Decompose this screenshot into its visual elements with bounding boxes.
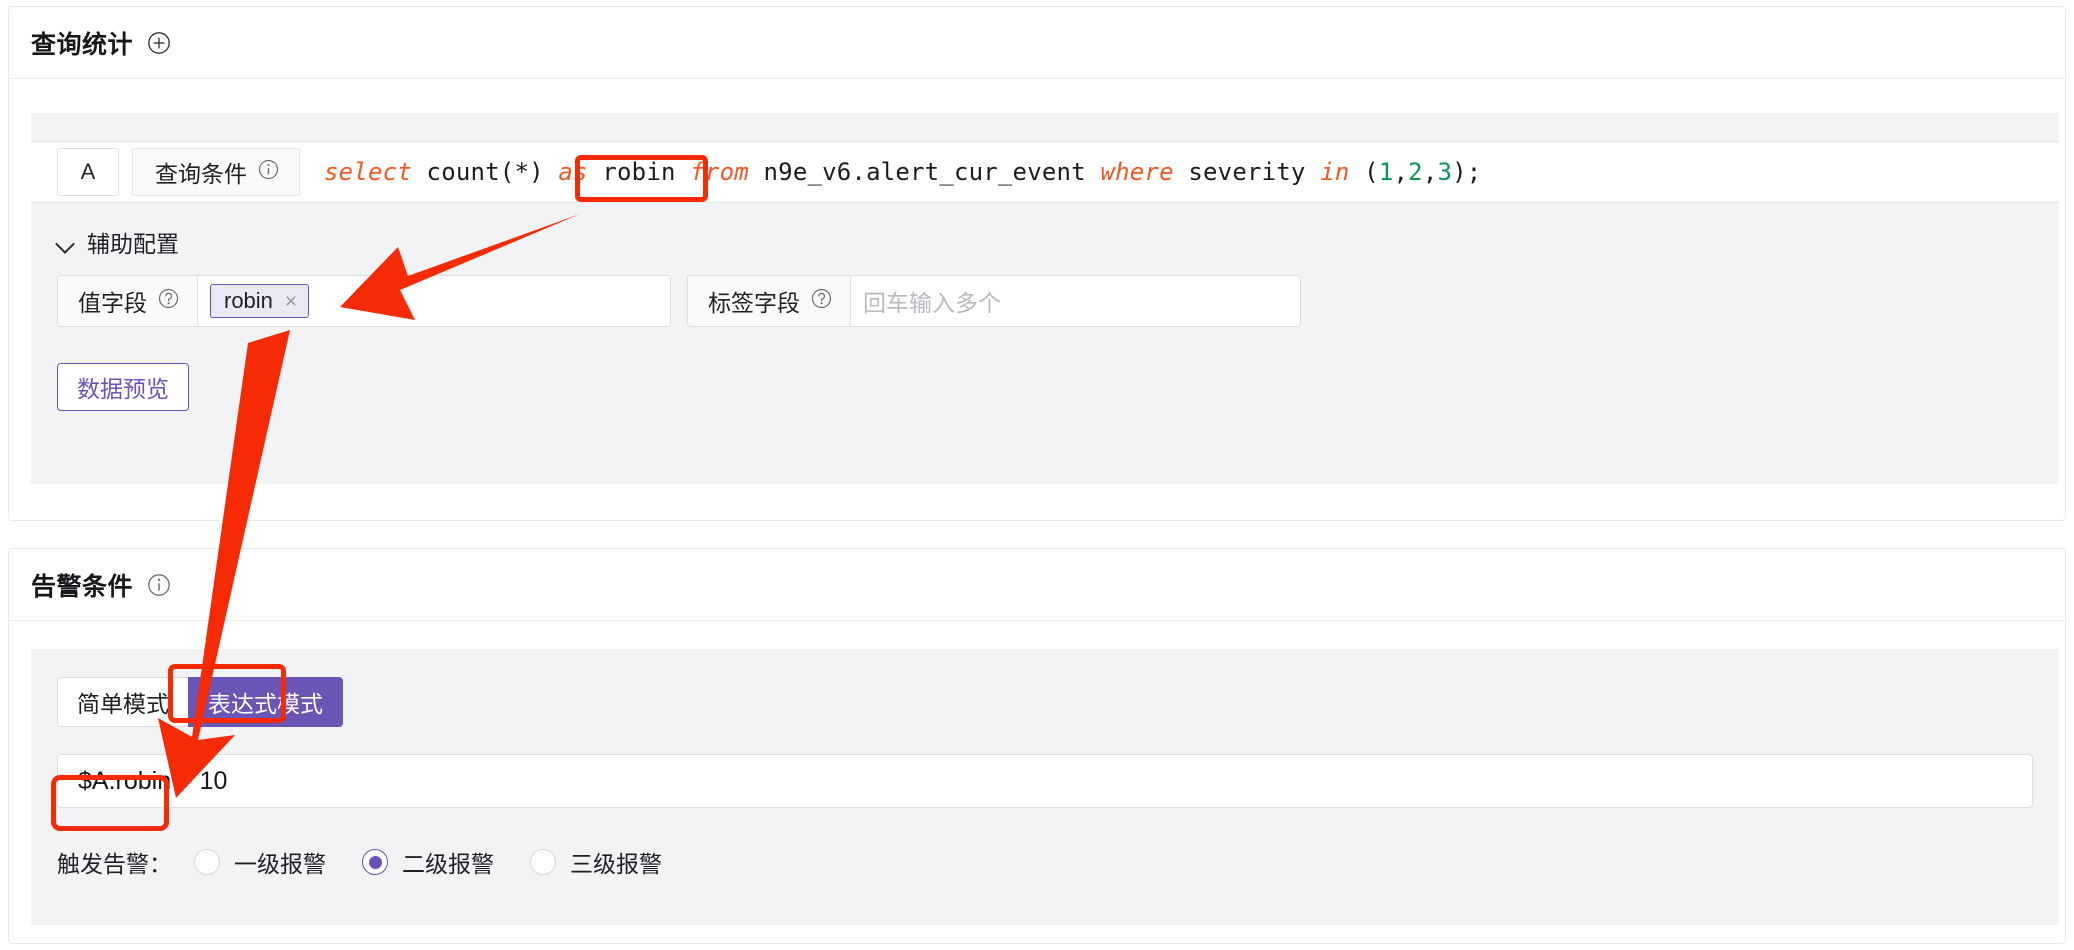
- mode-simple-button[interactable]: 简单模式: [57, 677, 188, 727]
- alert-card-title: 告警条件: [31, 572, 134, 601]
- data-preview-button[interactable]: 数据预览: [57, 363, 189, 411]
- sql-token-as: as: [558, 158, 588, 186]
- sql-token-comma-2: ,: [1422, 158, 1438, 186]
- radio-level-2-label: 二级报警: [402, 851, 494, 877]
- sql-token-where: where: [1100, 158, 1174, 186]
- tag-field-label: 标签字段: [688, 276, 851, 326]
- mode-expression-button[interactable]: 表达式模式: [188, 677, 343, 727]
- mode-simple-label: 简单模式: [77, 691, 169, 717]
- query-ref-label: A: [57, 148, 119, 196]
- sql-token-select: select: [324, 158, 412, 186]
- radio-level-1-dot[interactable]: [194, 849, 220, 875]
- alert-condition-panel: 简单模式 表达式模式 $A.robin > 10 触发告警： 一级报警 二级报警: [31, 649, 2059, 925]
- page-root: 查询统计 A 查询条件 select count(*) as robin fro…: [0, 0, 2074, 950]
- question-circle-icon[interactable]: [811, 288, 832, 315]
- sql-token-comma-1: ,: [1393, 158, 1409, 186]
- value-field-label: 值字段: [58, 276, 198, 326]
- sql-query-input[interactable]: select count(*) as robin from n9e_v6.ale…: [300, 142, 2059, 202]
- plus-circle-icon[interactable]: [147, 31, 171, 55]
- radio-level-1-label: 一级报警: [234, 851, 326, 877]
- tag-field-group: 标签字段 回车输入多个: [687, 275, 1301, 327]
- query-row: A 查询条件 select count(*) as robin from n9e…: [31, 141, 2059, 203]
- radio-level-3[interactable]: 三级报警: [530, 845, 662, 879]
- page-title: 查询统计: [31, 30, 134, 59]
- alert-card-header: 告警条件: [9, 549, 2065, 621]
- sql-token-in: in: [1320, 158, 1350, 186]
- trigger-alarm-row: 触发告警： 一级报警 二级报警 三级报警: [57, 845, 698, 879]
- query-card-header: 查询统计: [9, 7, 2065, 79]
- query-condition-label: 查询条件: [132, 148, 300, 196]
- question-circle-icon[interactable]: [158, 288, 179, 315]
- mode-expression-label: 表达式模式: [208, 691, 323, 717]
- sql-token-column: severity: [1173, 158, 1321, 186]
- trigger-alarm-label: 触发告警：: [57, 851, 172, 877]
- query-config-panel: A 查询条件 select count(*) as robin from n9e…: [31, 113, 2059, 484]
- sql-token-num-1: 1: [1378, 158, 1394, 186]
- sql-token-num-3: 3: [1437, 158, 1453, 186]
- sql-token-from: from: [690, 158, 749, 186]
- value-field-tag[interactable]: robin ×: [210, 284, 310, 318]
- aux-config-title: 辅助配置: [87, 231, 179, 257]
- sql-token-open-paren: (: [1349, 158, 1379, 186]
- chevron-down-icon: [57, 237, 75, 247]
- tag-field-input[interactable]: 回车输入多个: [851, 276, 1300, 326]
- value-field-input[interactable]: robin ×: [198, 276, 670, 326]
- radio-level-1[interactable]: 一级报警: [194, 845, 326, 879]
- expression-value: $A.robin > 10: [78, 766, 228, 795]
- mode-switch-group: 简单模式 表达式模式: [57, 677, 343, 727]
- query-condition-text: 查询条件: [155, 161, 247, 187]
- expression-input[interactable]: $A.robin > 10: [57, 754, 2033, 808]
- info-circle-icon[interactable]: [258, 159, 279, 186]
- data-preview-button-label: 数据预览: [77, 376, 169, 402]
- sql-token-close-paren: );: [1452, 158, 1482, 186]
- sql-token-table: n9e_v6.alert_cur_event: [748, 158, 1101, 186]
- value-field-tag-label: robin: [224, 288, 273, 313]
- alert-condition-card: 告警条件 简单模式 表达式模式 $A.robin > 10 触发告警： 一级报警…: [8, 548, 2066, 944]
- aux-config-toggle[interactable]: 辅助配置: [57, 225, 179, 259]
- query-statistics-card: 查询统计 A 查询条件 select count(*) as robin fro…: [8, 6, 2066, 521]
- info-circle-icon[interactable]: [147, 573, 171, 597]
- tag-field-placeholder: 回车输入多个: [863, 290, 1001, 316]
- sql-token-alias: robin: [587, 158, 691, 186]
- value-field-group: 值字段 robin ×: [57, 275, 671, 327]
- sql-token-count: count(*): [411, 158, 559, 186]
- radio-level-2-dot[interactable]: [362, 849, 388, 875]
- value-field-label-text: 值字段: [78, 290, 147, 316]
- radio-level-2[interactable]: 二级报警: [362, 845, 494, 879]
- close-icon[interactable]: ×: [285, 291, 297, 312]
- tag-field-label-text: 标签字段: [708, 290, 800, 316]
- sql-token-num-2: 2: [1408, 158, 1423, 186]
- radio-level-3-label: 三级报警: [570, 851, 662, 877]
- radio-level-3-dot[interactable]: [530, 849, 556, 875]
